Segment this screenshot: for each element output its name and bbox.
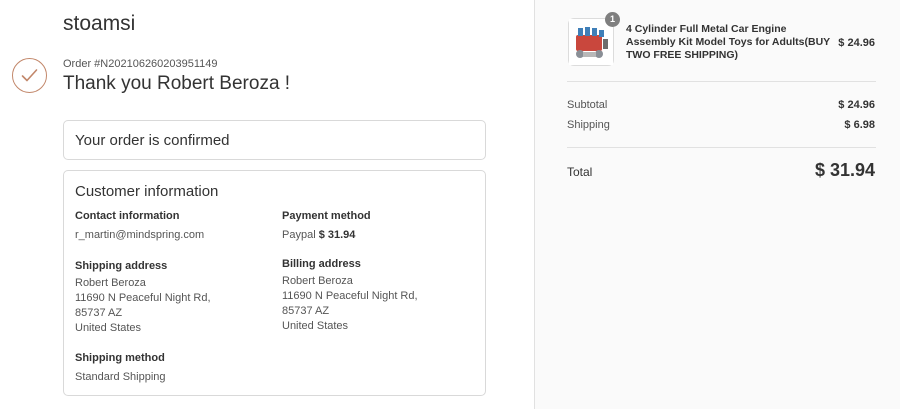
divider (567, 147, 876, 148)
engine-model-image (569, 19, 613, 65)
billing-address-line: United States (282, 320, 349, 332)
order-confirmed-box: Your order is confirmed (63, 120, 486, 160)
shipping-method: Shipping method Standard Shipping (75, 352, 166, 385)
shipping-label: Shipping (567, 119, 610, 131)
check-icon (12, 58, 47, 93)
store-name[interactable]: stoamsi (63, 12, 135, 36)
order-summary-sidebar: 1 4 Cylinder Full Metal Car Engine Assem… (534, 0, 900, 409)
product-thumbnail: 1 (568, 12, 620, 66)
contact-information-label: Contact information (75, 210, 180, 222)
shipping-address-line: 11690 N Peaceful Night Rd, (75, 292, 211, 304)
payment-method-value: Paypal $ 31.94 (282, 228, 371, 243)
product-name: 4 Cylinder Full Metal Car Engine Assembl… (626, 23, 830, 61)
billing-address-line: 11690 N Peaceful Night Rd, (282, 290, 418, 302)
billing-address: Billing address Robert Beroza 11690 N Pe… (282, 258, 418, 334)
customer-information-box: Customer information Contact information… (63, 170, 486, 396)
shipping-method-label: Shipping method (75, 352, 165, 364)
shipping-value: $ 6.98 (844, 119, 875, 131)
billing-address-label: Billing address (282, 258, 361, 270)
order-confirmed-text: Your order is confirmed (75, 132, 230, 149)
subtotal-value: $ 24.96 (838, 99, 875, 111)
subtotal-label: Subtotal (567, 99, 608, 111)
divider (567, 81, 876, 82)
quantity-badge: 1 (605, 12, 620, 27)
shipping-address: Shipping address Robert Beroza 11690 N P… (75, 260, 211, 336)
contact-email: r_martin@mindspring.com (75, 229, 205, 241)
shipping-address-line: Robert Beroza (75, 277, 146, 289)
total-label: Total (567, 165, 593, 179)
payment-method: Payment method Paypal $ 31.94 (282, 210, 371, 243)
payment-provider: Paypal (282, 229, 316, 241)
order-number: Order #N202106260203951149 (63, 58, 218, 70)
payment-method-label: Payment method (282, 210, 371, 222)
shipping-address-line: United States (75, 322, 142, 334)
main-content: stoamsi Order #N202106260203951149 Thank… (0, 0, 534, 409)
total-value: $ 31.94 (814, 160, 875, 180)
shipping-address-label: Shipping address (75, 260, 168, 272)
product-price: $ 24.96 (838, 37, 875, 49)
shipping-address-line: 85737 AZ (75, 307, 123, 319)
payment-amount: $ 31.94 (318, 229, 356, 241)
billing-address-line: 85737 AZ (282, 305, 330, 317)
billing-address-line: Robert Beroza (282, 275, 353, 287)
shipping-method-value: Standard Shipping (75, 371, 166, 383)
customer-information-title: Customer information (75, 183, 219, 200)
thank-you-heading: Thank you Robert Beroza ! (63, 73, 291, 94)
contact-information: Contact information r_martin@mindspring.… (75, 210, 204, 243)
